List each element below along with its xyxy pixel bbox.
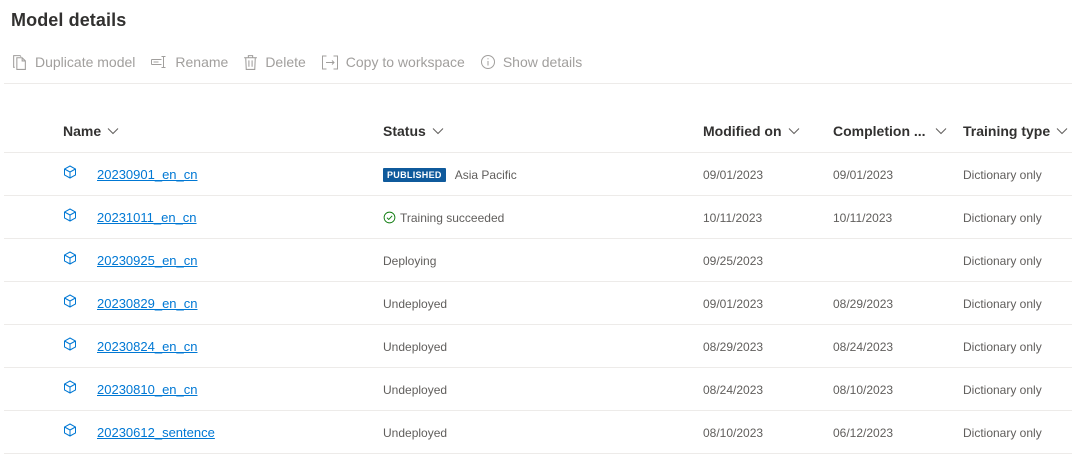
status-text: Training succeeded xyxy=(400,210,505,225)
model-cube-icon xyxy=(63,150,77,193)
model-name-link[interactable]: 20230925_en_cn xyxy=(97,253,198,268)
copy-icon xyxy=(13,54,26,70)
workspace-copy-icon xyxy=(321,55,338,69)
training-type-cell: Dictionary only xyxy=(963,167,1042,182)
chevron-down-icon xyxy=(935,128,946,135)
table-header: Name Status Modified on Completion ... T… xyxy=(4,110,1072,153)
training-type-cell: Dictionary only xyxy=(963,210,1042,225)
rename-icon xyxy=(151,56,166,68)
page-title: Model details xyxy=(11,10,127,30)
completion-cell: 09/01/2023 xyxy=(833,167,894,182)
rename-label: Rename xyxy=(175,54,229,70)
copy-to-workspace-button[interactable]: Copy to workspace xyxy=(321,54,465,71)
show-details-label: Show details xyxy=(502,54,583,70)
status-cell: PUBLISHED Asia Pacific xyxy=(383,153,517,196)
modified-on-cell: 09/01/2023 xyxy=(703,296,764,311)
completion-cell: 08/24/2023 xyxy=(833,339,894,354)
info-icon xyxy=(480,55,495,69)
modified-on-cell: 09/25/2023 xyxy=(703,253,764,268)
table-row[interactable]: 20230829_en_cn Undeployed 09/01/2023 08/… xyxy=(4,282,1072,325)
show-details-button[interactable]: Show details xyxy=(480,54,582,70)
trash-icon xyxy=(244,54,258,70)
training-type-cell: Dictionary only xyxy=(963,296,1042,311)
chevron-down-icon xyxy=(107,128,119,135)
column-header-modified-on[interactable]: Modified on xyxy=(703,123,800,139)
column-header-training-type[interactable]: Training type xyxy=(963,123,1068,139)
training-type-cell: Dictionary only xyxy=(963,425,1042,440)
status-cell: Undeployed xyxy=(383,339,448,354)
model-name-link[interactable]: 20230901_en_cn xyxy=(97,167,198,182)
modified-on-cell: 08/24/2023 xyxy=(703,382,764,397)
completion-cell: 08/29/2023 xyxy=(833,296,894,311)
chevron-down-icon xyxy=(1056,128,1068,135)
modified-on-cell: 10/11/2023 xyxy=(703,210,763,225)
model-name-link[interactable]: 20230829_en_cn xyxy=(97,296,198,311)
model-cube-icon xyxy=(63,193,77,236)
column-header-name[interactable]: Name xyxy=(63,123,119,139)
status-cell: Undeployed xyxy=(383,296,448,311)
copy-to-workspace-label: Copy to workspace xyxy=(345,54,465,70)
model-name-link[interactable]: 20230824_en_cn xyxy=(97,339,198,354)
table-row[interactable]: 20230925_en_cn Deploying 09/25/2023 Dict… xyxy=(4,239,1072,282)
table-row[interactable]: 20230901_en_cn PUBLISHED Asia Pacific 09… xyxy=(4,153,1072,196)
rename-button[interactable]: Rename xyxy=(150,54,228,70)
training-type-cell: Dictionary only xyxy=(963,253,1042,268)
model-name-link[interactable]: 20230612_sentence xyxy=(97,425,215,440)
modified-on-cell: 08/10/2023 xyxy=(703,425,764,440)
toolbar-divider xyxy=(4,83,1072,84)
model-cube-icon xyxy=(63,408,77,451)
models-table: Name Status Modified on Completion ... T… xyxy=(4,110,1072,454)
model-cube-icon xyxy=(63,279,77,322)
delete-button[interactable]: Delete xyxy=(243,54,306,71)
delete-label: Delete xyxy=(265,54,306,70)
command-bar: Duplicate model Rename Delete Copy to wo… xyxy=(11,52,597,72)
status-cell: Undeployed xyxy=(383,382,448,397)
model-cube-icon xyxy=(63,322,77,365)
modified-on-cell: 09/01/2023 xyxy=(703,167,764,182)
column-header-completion[interactable]: Completion ... xyxy=(833,123,947,139)
training-type-cell: Dictionary only xyxy=(963,382,1042,397)
model-cube-icon xyxy=(63,236,77,279)
column-header-status[interactable]: Status xyxy=(383,123,444,139)
chevron-down-icon xyxy=(788,128,799,135)
table-row[interactable]: 20230810_en_cn Undeployed 08/24/2023 08/… xyxy=(4,368,1072,411)
model-cube-icon xyxy=(63,365,77,408)
table-row[interactable]: 20230824_en_cn Undeployed 08/29/2023 08/… xyxy=(4,325,1072,368)
completion-cell: 10/11/2023 xyxy=(833,210,893,225)
completion-cell: 06/12/2023 xyxy=(833,425,894,440)
duplicate-model-button[interactable]: Duplicate model xyxy=(11,54,135,71)
status-cell: Deploying xyxy=(383,253,437,268)
table-row[interactable]: 20231011_en_cn Training succeeded 10/11/… xyxy=(4,196,1072,239)
table-row[interactable]: 20230612_sentence Undeployed 08/10/2023 … xyxy=(4,411,1072,454)
model-name-link[interactable]: 20230810_en_cn xyxy=(97,382,198,397)
chevron-down-icon xyxy=(432,128,444,135)
training-type-cell: Dictionary only xyxy=(963,339,1042,354)
status-cell: Undeployed xyxy=(383,425,448,440)
published-badge: PUBLISHED xyxy=(383,167,446,182)
duplicate-model-label: Duplicate model xyxy=(35,54,136,70)
status-cell: Training succeeded xyxy=(383,196,504,239)
check-circle-icon xyxy=(383,211,396,224)
modified-on-cell: 08/29/2023 xyxy=(703,339,764,354)
model-name-link[interactable]: 20231011_en_cn xyxy=(97,210,197,225)
completion-cell: 08/10/2023 xyxy=(833,382,894,397)
status-text: Asia Pacific xyxy=(454,167,517,182)
